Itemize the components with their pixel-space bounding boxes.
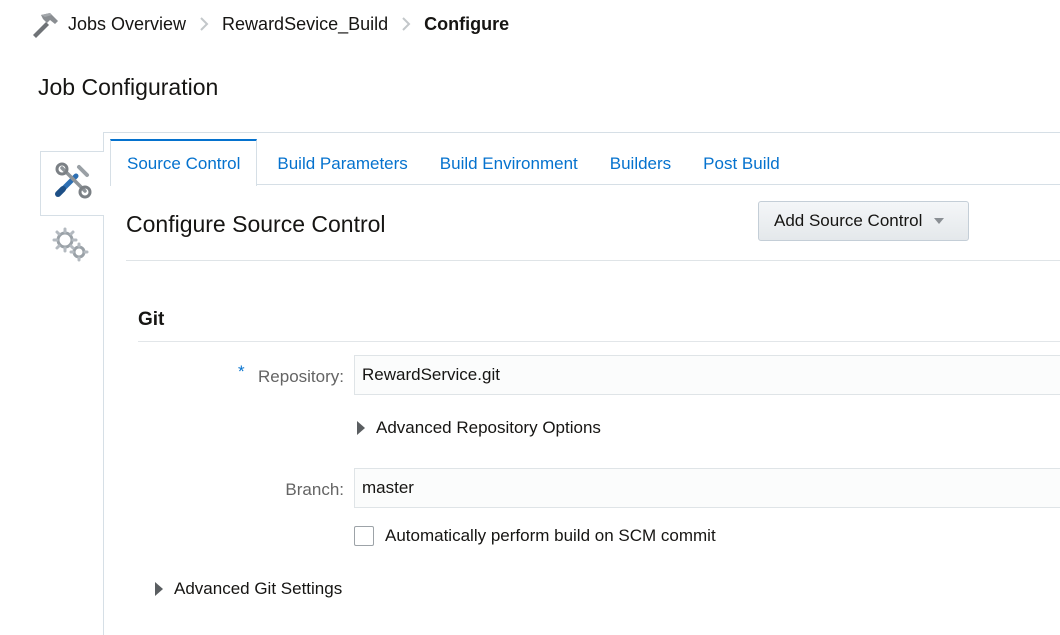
chevron-right-icon	[199, 16, 209, 32]
auto-build-label: Automatically perform build on SCM commi…	[385, 526, 716, 545]
page-root: Jobs Overview RewardSevice_Build Configu…	[0, 0, 1060, 635]
tab-builders[interactable]: Builders	[594, 139, 687, 185]
gears-icon	[50, 225, 92, 270]
breadcrumb: Jobs Overview RewardSevice_Build Configu…	[30, 8, 509, 40]
breadcrumb-job[interactable]: RewardSevice_Build	[222, 14, 388, 35]
advanced-git-settings-toggle[interactable]: Advanced Git Settings	[155, 579, 342, 599]
tab-post-build[interactable]: Post Build	[687, 139, 796, 185]
page-title: Job Configuration	[38, 74, 219, 100]
config-panel: Source Control Build Parameters Build En…	[103, 132, 1060, 635]
hammer-icon	[30, 9, 60, 39]
advanced-repository-options-toggle[interactable]: Advanced Repository Options	[357, 418, 601, 438]
advanced-git-settings-label: Advanced Git Settings	[174, 579, 343, 598]
tab-build-parameters[interactable]: Build Parameters	[261, 139, 423, 185]
section-heading: Configure Source Control	[126, 211, 386, 237]
side-tab-settings[interactable]	[44, 222, 98, 272]
branch-input[interactable]	[354, 468, 1060, 508]
caret-down-icon	[934, 218, 945, 224]
breadcrumb-configure: Configure	[424, 13, 510, 34]
breadcrumb-jobs-overview[interactable]: Jobs Overview	[68, 14, 186, 35]
add-source-control-label: Add Source Control	[774, 211, 923, 230]
branch-label: Branch:	[285, 480, 344, 499]
auto-build-row: Automatically perform build on SCM commi…	[354, 526, 716, 546]
tab-source-control[interactable]: Source Control	[110, 139, 258, 186]
tab-build-environment[interactable]: Build Environment	[424, 139, 594, 185]
git-section-title: Git	[138, 309, 165, 330]
side-tab-configure[interactable]	[40, 151, 104, 216]
git-section-divider	[138, 341, 1060, 342]
advanced-repository-options-label: Advanced Repository Options	[376, 418, 601, 437]
chevron-right-icon	[401, 16, 411, 32]
expand-triangle-icon	[357, 421, 365, 435]
section-divider	[126, 260, 1060, 261]
repository-input[interactable]	[354, 355, 1060, 395]
required-indicator: *	[238, 362, 245, 381]
repository-label: Repository:	[258, 367, 344, 386]
expand-triangle-icon	[155, 582, 163, 596]
tools-icon	[54, 162, 92, 205]
config-tabs: Source Control Build Parameters Build En…	[110, 139, 1060, 186]
add-source-control-button[interactable]: Add Source Control	[758, 201, 969, 241]
auto-build-checkbox[interactable]	[354, 526, 374, 546]
